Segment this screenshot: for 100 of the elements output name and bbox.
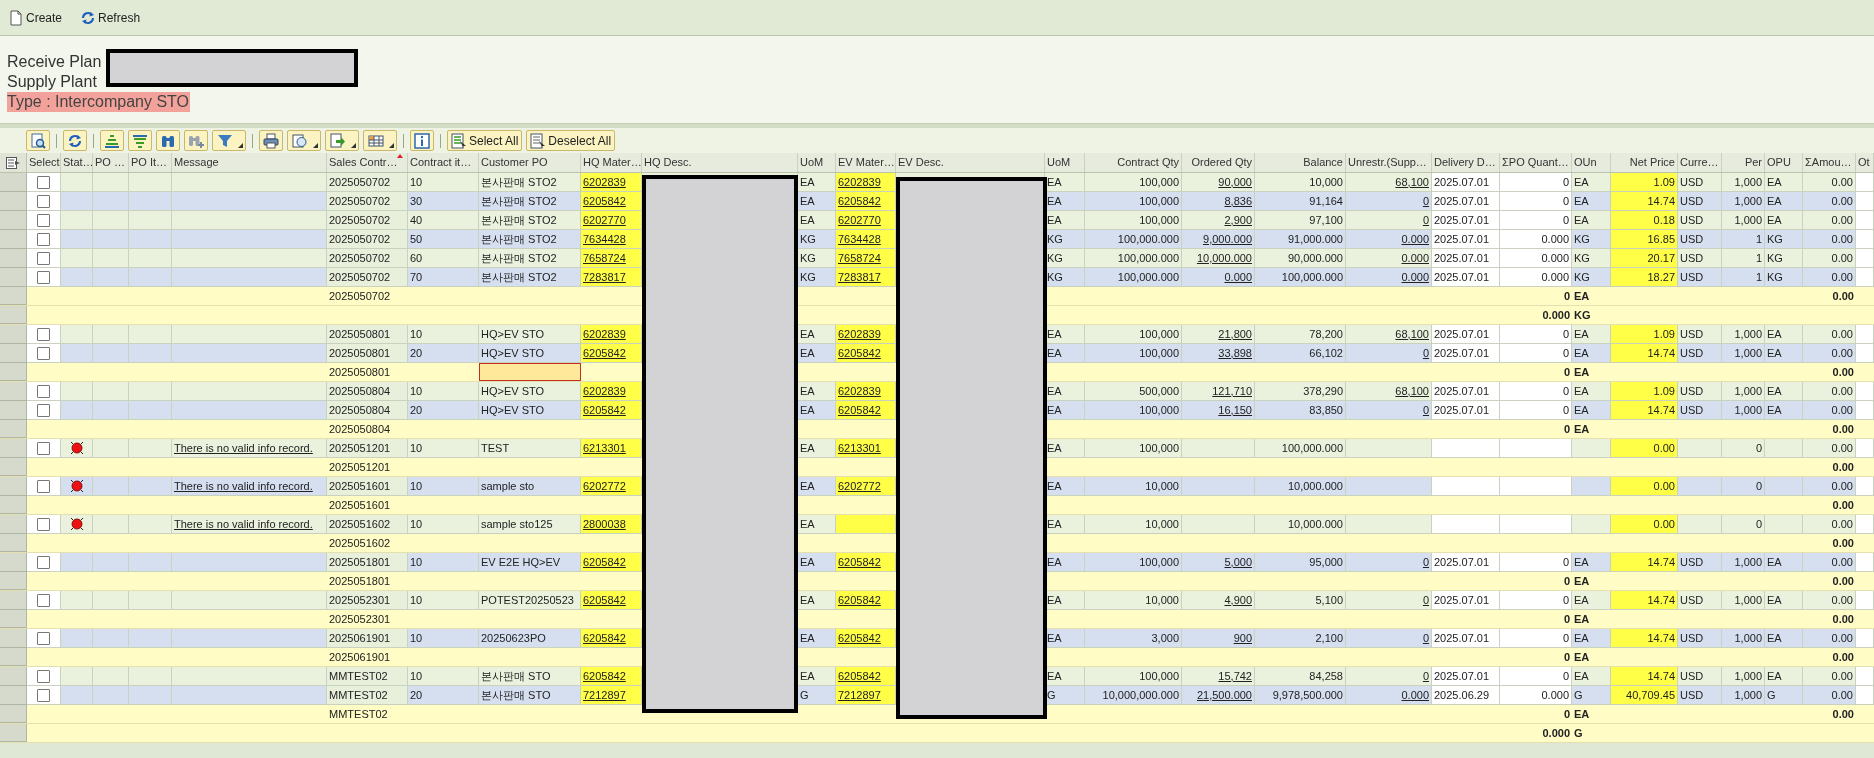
material-link[interactable]: 6205842 <box>583 553 626 571</box>
row-checkbox[interactable] <box>37 555 50 569</box>
toolbar-button[interactable] <box>287 130 321 151</box>
column-header[interactable]: UoM <box>798 153 836 172</box>
material-link[interactable]: 7658724 <box>838 249 881 267</box>
table-cell[interactable] <box>479 363 581 381</box>
material-link[interactable]: 6202839 <box>838 382 881 400</box>
row-checkbox[interactable] <box>37 688 50 702</box>
quantity-link[interactable]: 5,000 <box>1224 553 1252 571</box>
row-checkbox[interactable] <box>37 175 50 189</box>
quantity-link[interactable]: 10,000.000 <box>1196 249 1252 267</box>
quantity-link[interactable]: 9,000.000 <box>1203 230 1252 248</box>
quantity-link[interactable]: 16,150 <box>1218 401 1252 419</box>
toolbar-button[interactable] <box>184 130 208 151</box>
material-link[interactable]: 7283817 <box>838 268 881 286</box>
quantity-link[interactable]: 33,898 <box>1218 344 1252 362</box>
quantity-link[interactable]: 4,900 <box>1224 591 1252 609</box>
column-header[interactable]: Select <box>27 153 61 172</box>
quantity-link[interactable]: 121,710 <box>1212 382 1252 400</box>
material-link[interactable]: 2800038 <box>583 515 626 533</box>
column-header[interactable]: Contract Qty <box>1085 153 1182 172</box>
quantity-link[interactable]: 0 <box>1422 192 1429 210</box>
toolbar-button[interactable]: Create <box>6 6 65 29</box>
toolbar-button[interactable] <box>63 130 87 151</box>
message-link[interactable]: There is no valid info record. <box>174 477 313 495</box>
toolbar-button[interactable]: Deselect All <box>526 130 616 151</box>
row-checkbox[interactable] <box>37 327 50 341</box>
material-link[interactable]: 6213301 <box>583 439 626 457</box>
column-header[interactable]: EV Desc. <box>896 153 1045 172</box>
material-link[interactable]: 6205842 <box>838 667 881 685</box>
material-link[interactable]: 6213301 <box>838 439 881 457</box>
column-header[interactable]: ΣAmou… <box>1803 153 1856 172</box>
quantity-link[interactable]: 0.000 <box>1401 268 1429 286</box>
material-link[interactable]: 6205842 <box>838 344 881 362</box>
message-link[interactable]: There is no valid info record. <box>174 439 313 457</box>
quantity-link[interactable]: 0.000 <box>1401 230 1429 248</box>
quantity-link[interactable]: 0.000 <box>1224 268 1252 286</box>
column-header[interactable]: Stat… <box>61 153 93 172</box>
row-checkbox[interactable] <box>37 194 50 208</box>
row-checkbox[interactable] <box>37 631 50 645</box>
material-link[interactable]: 6202770 <box>583 211 626 229</box>
material-link[interactable]: 6205842 <box>583 667 626 685</box>
material-link[interactable]: 6205842 <box>838 192 881 210</box>
column-header[interactable]: Message <box>172 153 327 172</box>
column-header[interactable]: EV Mater… <box>836 153 896 172</box>
row-checkbox[interactable] <box>37 441 50 455</box>
quantity-link[interactable]: 68,100 <box>1395 173 1429 191</box>
row-checkbox[interactable] <box>37 251 50 265</box>
toolbar-button[interactable] <box>410 130 434 151</box>
quantity-link[interactable]: 90,000 <box>1218 173 1252 191</box>
column-header[interactable]: Net Price <box>1611 153 1678 172</box>
material-link[interactable]: 7212897 <box>838 686 881 704</box>
toolbar-button[interactable] <box>156 130 180 151</box>
quantity-link[interactable]: 68,100 <box>1395 382 1429 400</box>
row-checkbox[interactable] <box>37 232 50 246</box>
column-header[interactable]: Ordered Qty <box>1182 153 1255 172</box>
row-checkbox[interactable] <box>37 384 50 398</box>
column-header[interactable]: HQ Desc. <box>642 153 798 172</box>
toolbar-button[interactable]: Refresh <box>78 6 143 29</box>
toolbar-button[interactable] <box>128 130 152 151</box>
quantity-link[interactable]: 900 <box>1233 629 1252 647</box>
quantity-link[interactable]: 0 <box>1422 591 1429 609</box>
material-link[interactable]: 6205842 <box>583 591 626 609</box>
quantity-link[interactable]: 68,100 <box>1395 325 1429 343</box>
column-header[interactable]: PO … <box>93 153 129 172</box>
material-link[interactable]: 6205842 <box>583 192 626 210</box>
toolbar-button[interactable] <box>259 130 283 151</box>
toolbar-button[interactable] <box>325 130 359 151</box>
material-link[interactable]: 6205842 <box>838 553 881 571</box>
material-link[interactable]: 6205842 <box>583 629 626 647</box>
row-checkbox[interactable] <box>37 479 50 493</box>
quantity-link[interactable]: 15,742 <box>1218 667 1252 685</box>
material-link[interactable]: 7658724 <box>583 249 626 267</box>
column-header[interactable]: Ot <box>1856 153 1874 172</box>
material-link[interactable]: 6202772 <box>583 477 626 495</box>
quantity-link[interactable]: 21,500.000 <box>1196 686 1252 704</box>
column-header[interactable]: HQ Mater… <box>581 153 642 172</box>
material-link[interactable]: 6202839 <box>838 325 881 343</box>
material-link[interactable]: 6205842 <box>838 401 881 419</box>
column-header[interactable]: Contract it… <box>408 153 479 172</box>
row-checkbox[interactable] <box>37 403 50 417</box>
quantity-link[interactable]: 0.000 <box>1401 249 1429 267</box>
column-header[interactable]: Per <box>1722 153 1765 172</box>
column-header[interactable]: OUn <box>1572 153 1611 172</box>
material-link[interactable]: 7212897 <box>583 686 626 704</box>
material-link[interactable]: 7283817 <box>583 268 626 286</box>
toolbar-button[interactable] <box>26 130 50 151</box>
material-link[interactable]: 7634428 <box>838 230 881 248</box>
material-link[interactable]: 7634428 <box>583 230 626 248</box>
material-link[interactable]: 6202839 <box>838 173 881 191</box>
quantity-link[interactable]: 8,836 <box>1224 192 1252 210</box>
row-checkbox[interactable] <box>37 270 50 284</box>
material-link[interactable]: 6202770 <box>838 211 881 229</box>
toolbar-button[interactable]: Select All <box>447 130 523 151</box>
material-link[interactable]: 6205842 <box>838 591 881 609</box>
quantity-link[interactable]: 0 <box>1422 629 1429 647</box>
quantity-link[interactable]: 0 <box>1422 344 1429 362</box>
column-header[interactable]: Customer PO <box>479 153 581 172</box>
column-header[interactable]: Sales Contr… <box>327 153 408 172</box>
row-checkbox[interactable] <box>37 669 50 683</box>
